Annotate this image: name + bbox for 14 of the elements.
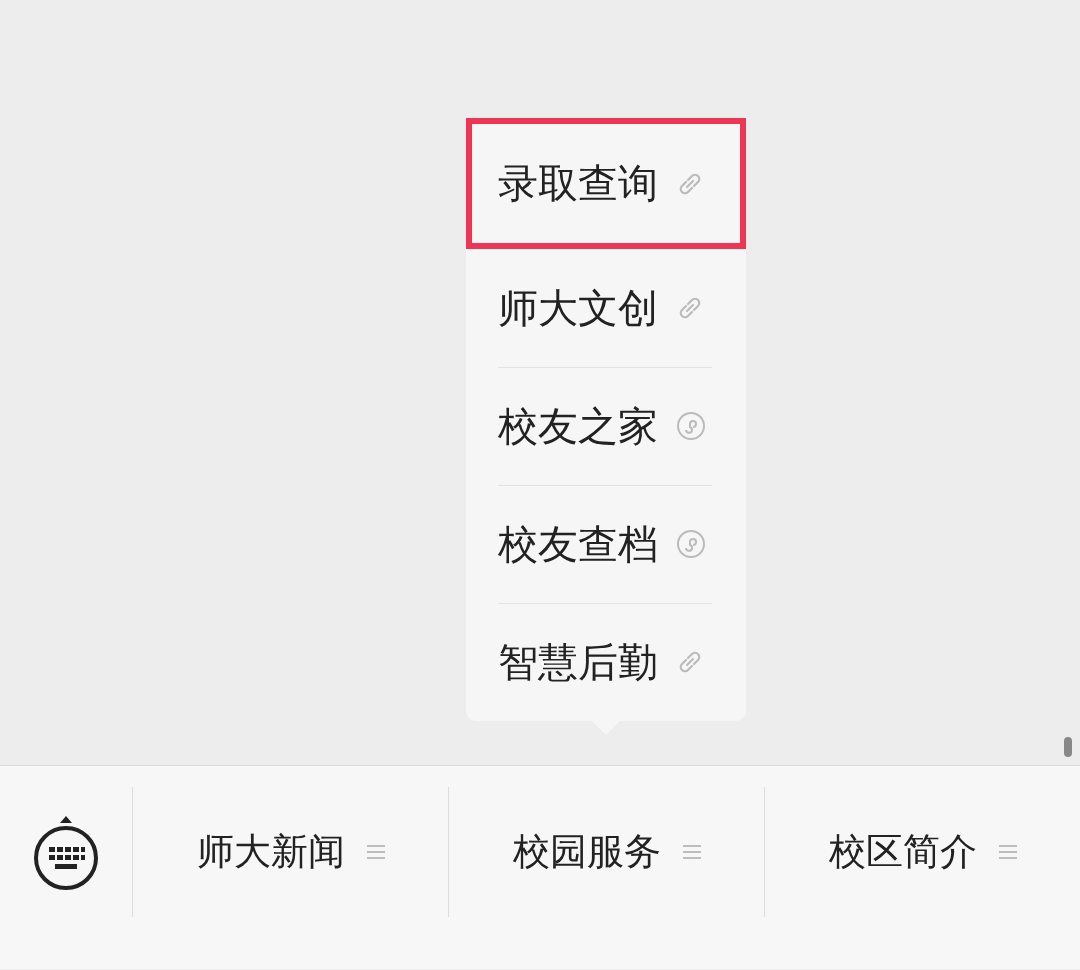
menu-tab[interactable]: 校区简介 [765,787,1080,917]
menu-tab[interactable]: 师大新闻 [133,787,449,917]
menu-icon [682,844,701,860]
menu-icon [366,844,385,860]
scrollbar[interactable] [1064,737,1072,757]
menu-item[interactable]: 校友查档 [466,485,746,603]
menu-tab[interactable]: 校园服务 [449,787,765,917]
menu-item[interactable]: 录取查询 [466,118,746,249]
menu-item[interactable]: 校友之家 [466,367,746,485]
mini-program-icon [676,529,706,559]
menu-item[interactable]: 智慧后勤 [466,603,746,721]
mini-program-icon [676,411,706,441]
menu-item[interactable]: 师大文创 [466,249,746,367]
menu-icon [998,844,1017,860]
